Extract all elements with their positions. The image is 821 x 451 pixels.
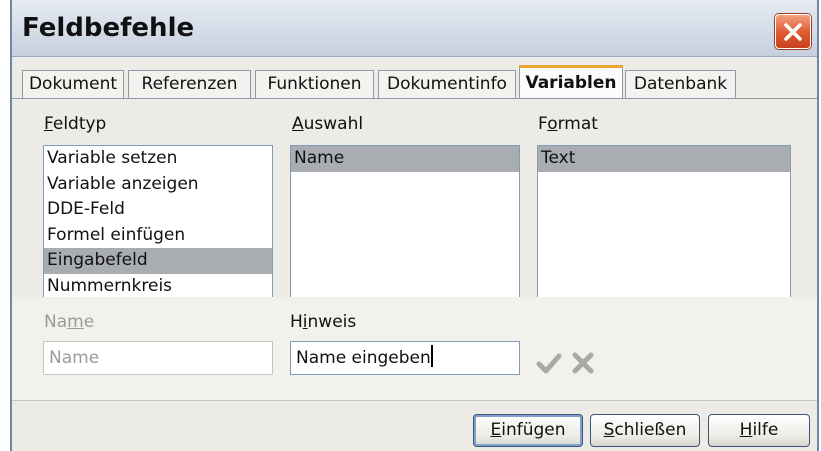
dialog-title: Feldbefehle	[22, 13, 195, 43]
hinweis-input[interactable]: Name eingeben	[290, 341, 520, 375]
feldtyp-listbox[interactable]: Variable setzen Variable anzeigen DDE-Fe…	[43, 145, 273, 300]
title-bar[interactable]: Feldbefehle	[12, 0, 817, 57]
close-icon	[784, 22, 802, 41]
list-item-selected[interactable]: Text	[538, 146, 790, 172]
close-window-button[interactable]	[775, 14, 811, 49]
tab-label: Dokument	[28, 74, 118, 94]
format-label: Format	[538, 114, 598, 134]
list-item[interactable]: Formel einfügen	[44, 223, 272, 249]
auswahl-label: Auswahl	[292, 114, 364, 134]
insert-button[interactable]: Einfügen	[473, 414, 583, 447]
x-icon[interactable]	[570, 350, 596, 376]
text-caret	[430, 345, 433, 367]
tab-label: Dokumentinfo	[387, 74, 507, 94]
tab-dokumentinfo[interactable]: Dokumentinfo	[378, 70, 516, 98]
hinweis-input-value: Name eingeben	[296, 348, 431, 368]
tab-label: Variablen	[525, 73, 617, 93]
tab-label: Referenzen	[141, 74, 238, 94]
tab-funktionen[interactable]: Funktionen	[255, 70, 374, 98]
list-item[interactable]: Variable anzeigen	[44, 172, 272, 198]
list-item[interactable]: Nummernkreis	[44, 274, 272, 300]
dialog-window: Feldbefehle Dokument Referenzen Funktion…	[10, 0, 819, 451]
hinweis-label: Hinweis	[290, 312, 357, 332]
tab-label: Datenbank	[633, 74, 728, 94]
list-item-selected[interactable]: Eingabefeld	[44, 248, 272, 274]
name-input[interactable]: Name	[43, 341, 273, 375]
name-input-value: Name	[49, 348, 100, 368]
name-label: Name	[44, 312, 95, 332]
format-listbox[interactable]: Text	[537, 145, 791, 300]
auswahl-listbox[interactable]: Name	[290, 145, 520, 300]
tab-variablen[interactable]: Variablen	[519, 65, 623, 99]
button-separator	[12, 400, 817, 401]
tab-datenbank[interactable]: Datenbank	[625, 70, 736, 98]
list-item[interactable]: DDE-Feld	[44, 197, 272, 223]
tab-label: Funktionen	[267, 74, 362, 94]
tab-bar: Dokument Referenzen Funktionen Dokumenti…	[22, 65, 812, 99]
list-item[interactable]: Variable setzen	[44, 146, 272, 172]
tab-dokument[interactable]: Dokument	[22, 70, 124, 98]
close-button[interactable]: Schließen	[590, 414, 700, 447]
tab-referenzen[interactable]: Referenzen	[128, 70, 251, 98]
list-item-selected[interactable]: Name	[291, 146, 519, 172]
help-button[interactable]: Hilfe	[708, 414, 810, 447]
checkmark-icon[interactable]	[536, 350, 562, 376]
feldtyp-label: Feldtyp	[44, 114, 107, 134]
tab-divider	[12, 98, 817, 99]
